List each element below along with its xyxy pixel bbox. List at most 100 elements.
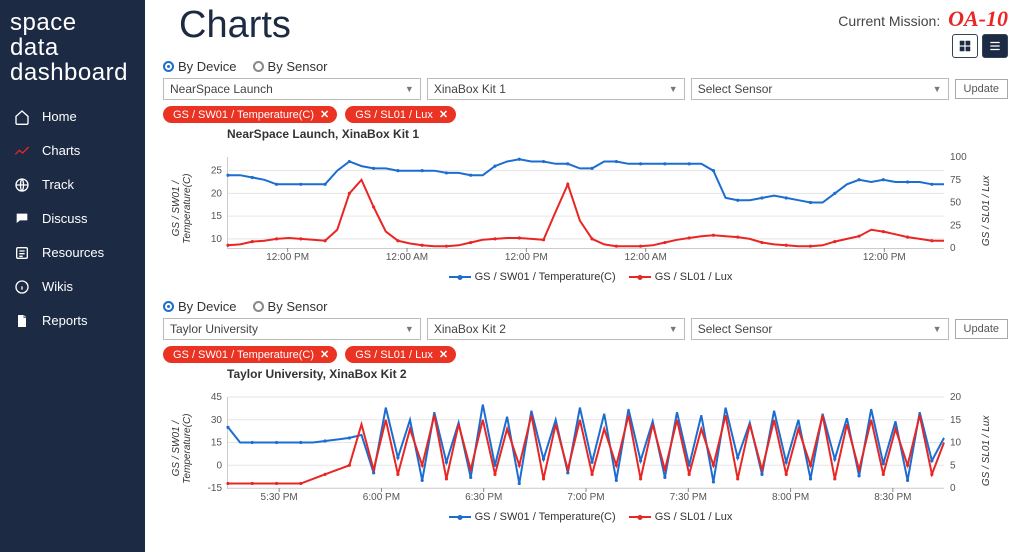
view-switch (952, 34, 1008, 58)
chart-legend: GS / SW01 / Temperature(C) GS / SL01 / L… (171, 511, 1000, 523)
chevron-down-icon: ▼ (933, 324, 942, 334)
y-axis-left-label: GS / SW01 / Temperature(C) (171, 173, 193, 243)
series-pill: GS / SW01 / Temperature(C) ✕ (163, 346, 337, 363)
app-logo: space data dashboard (0, 10, 145, 100)
radio-by-device[interactable]: By Device (163, 299, 237, 314)
chart-area: GS / SW01 / Temperature(C) GS / SL01 / L… (171, 143, 1000, 283)
sidebar: space data dashboard Home Charts Track D… (0, 0, 145, 552)
sidebar-item-discuss[interactable]: Discuss (0, 202, 145, 236)
selects-row: Taylor University ▼ XinaBox Kit 2 ▼ Sele… (163, 318, 1008, 340)
update-button[interactable]: Update (955, 79, 1008, 99)
sidebar-item-label: Wikis (42, 279, 73, 294)
svg-text:12:00 PM: 12:00 PM (266, 252, 309, 263)
mission-label: Current Mission: (838, 13, 940, 29)
sidebar-item-resources[interactable]: Resources (0, 236, 145, 270)
radio-by-sensor[interactable]: By Sensor (253, 59, 328, 74)
sidebar-item-charts[interactable]: Charts (0, 134, 145, 168)
sidebar-item-label: Charts (42, 143, 80, 158)
chevron-down-icon: ▼ (669, 84, 678, 94)
pill-remove-icon[interactable]: ✕ (439, 348, 448, 361)
select-value: XinaBox Kit 1 (434, 82, 506, 96)
svg-text:6:30 PM: 6:30 PM (465, 492, 502, 503)
svg-text:7:30 PM: 7:30 PM (670, 492, 707, 503)
sidebar-item-track[interactable]: Track (0, 168, 145, 202)
wikis-icon (14, 279, 30, 295)
select-sensor[interactable]: Select Sensor ▼ (691, 318, 949, 340)
svg-text:6:00 PM: 6:00 PM (363, 492, 400, 503)
chart-plot[interactable]: -150153045051015205:30 PM6:00 PM6:30 PM7… (227, 397, 944, 489)
logo-line: data (10, 35, 135, 60)
discuss-icon (14, 211, 30, 227)
select-device[interactable]: XinaBox Kit 2 ▼ (427, 318, 685, 340)
select-source[interactable]: Taylor University ▼ (163, 318, 421, 340)
sidebar-item-label: Home (42, 109, 77, 124)
y-axis-right-label: GS / SL01 / Lux (981, 175, 992, 246)
pill-remove-icon[interactable]: ✕ (320, 108, 329, 121)
svg-text:8:30 PM: 8:30 PM (874, 492, 911, 503)
button-label: Update (964, 323, 999, 335)
pill-label: GS / SW01 / Temperature(C) (173, 109, 314, 121)
sidebar-item-reports[interactable]: Reports (0, 304, 145, 338)
globe-icon (14, 177, 30, 193)
main-content: Current Mission: OA-10 Charts By Device … (145, 0, 1024, 552)
svg-text:12:00 PM: 12:00 PM (863, 252, 906, 263)
update-button[interactable]: Update (955, 319, 1008, 339)
pill-remove-icon[interactable]: ✕ (320, 348, 329, 361)
svg-text:12:00 AM: 12:00 AM (386, 252, 428, 263)
sidebar-item-label: Resources (42, 245, 104, 260)
chart-plot[interactable]: 10152025025507510012:00 PM12:00 AM12:00 … (227, 157, 944, 249)
svg-text:20: 20 (950, 392, 962, 403)
chart-title: Taylor University, XinaBox Kit 2 (227, 367, 1008, 381)
pill-remove-icon[interactable]: ✕ (439, 108, 448, 121)
sidebar-item-label: Reports (42, 313, 88, 328)
view-grid-button[interactable] (952, 34, 978, 58)
logo-line: dashboard (10, 60, 135, 85)
selects-row: NearSpace Launch ▼ XinaBox Kit 1 ▼ Selec… (163, 78, 1008, 100)
sidebar-item-home[interactable]: Home (0, 100, 145, 134)
radio-dot-icon (163, 61, 174, 72)
radio-dot-icon (163, 301, 174, 312)
chevron-down-icon: ▼ (933, 84, 942, 94)
chart-area: GS / SW01 / Temperature(C) GS / SL01 / L… (171, 383, 1000, 523)
svg-text:0: 0 (950, 483, 956, 494)
select-value: Select Sensor (698, 82, 773, 96)
select-sensor[interactable]: Select Sensor ▼ (691, 78, 949, 100)
series-pill: GS / SL01 / Lux ✕ (345, 346, 456, 363)
legend-label: GS / SW01 / Temperature(C) (475, 271, 616, 283)
series-pill: GS / SW01 / Temperature(C) ✕ (163, 106, 337, 123)
legend-item: GS / SW01 / Temperature(C) (439, 511, 616, 523)
select-source[interactable]: NearSpace Launch ▼ (163, 78, 421, 100)
svg-text:-15: -15 (208, 483, 223, 494)
svg-text:100: 100 (950, 152, 967, 163)
filter-mode-row: By Device By Sensor (163, 59, 1008, 74)
view-list-button[interactable] (982, 34, 1008, 58)
svg-text:10: 10 (950, 438, 962, 449)
legend-item: GS / SL01 / Lux (619, 511, 733, 523)
chevron-down-icon: ▼ (405, 84, 414, 94)
filter-mode-row: By Device By Sensor (163, 299, 1008, 314)
radio-by-device[interactable]: By Device (163, 59, 237, 74)
reports-icon (14, 313, 30, 329)
home-icon (14, 109, 30, 125)
svg-text:75: 75 (950, 175, 962, 186)
select-device[interactable]: XinaBox Kit 1 ▼ (427, 78, 685, 100)
svg-text:5: 5 (950, 460, 956, 471)
svg-text:25: 25 (950, 220, 962, 231)
current-mission: Current Mission: OA-10 (838, 6, 1008, 32)
radio-dot-icon (253, 301, 264, 312)
sidebar-item-wikis[interactable]: Wikis (0, 270, 145, 304)
pill-label: GS / SL01 / Lux (355, 109, 433, 121)
svg-text:12:00 AM: 12:00 AM (625, 252, 667, 263)
sidebar-item-label: Track (42, 177, 74, 192)
svg-text:5:30 PM: 5:30 PM (261, 492, 298, 503)
svg-text:25: 25 (211, 166, 223, 177)
sidebar-item-label: Discuss (42, 211, 88, 226)
logo-line: space (10, 10, 135, 35)
charts-icon (14, 143, 30, 159)
svg-text:0: 0 (216, 460, 222, 471)
svg-text:15: 15 (211, 211, 223, 222)
legend-label: GS / SL01 / Lux (655, 271, 733, 283)
select-value: NearSpace Launch (170, 82, 273, 96)
radio-by-sensor[interactable]: By Sensor (253, 299, 328, 314)
legend-label: GS / SL01 / Lux (655, 511, 733, 523)
